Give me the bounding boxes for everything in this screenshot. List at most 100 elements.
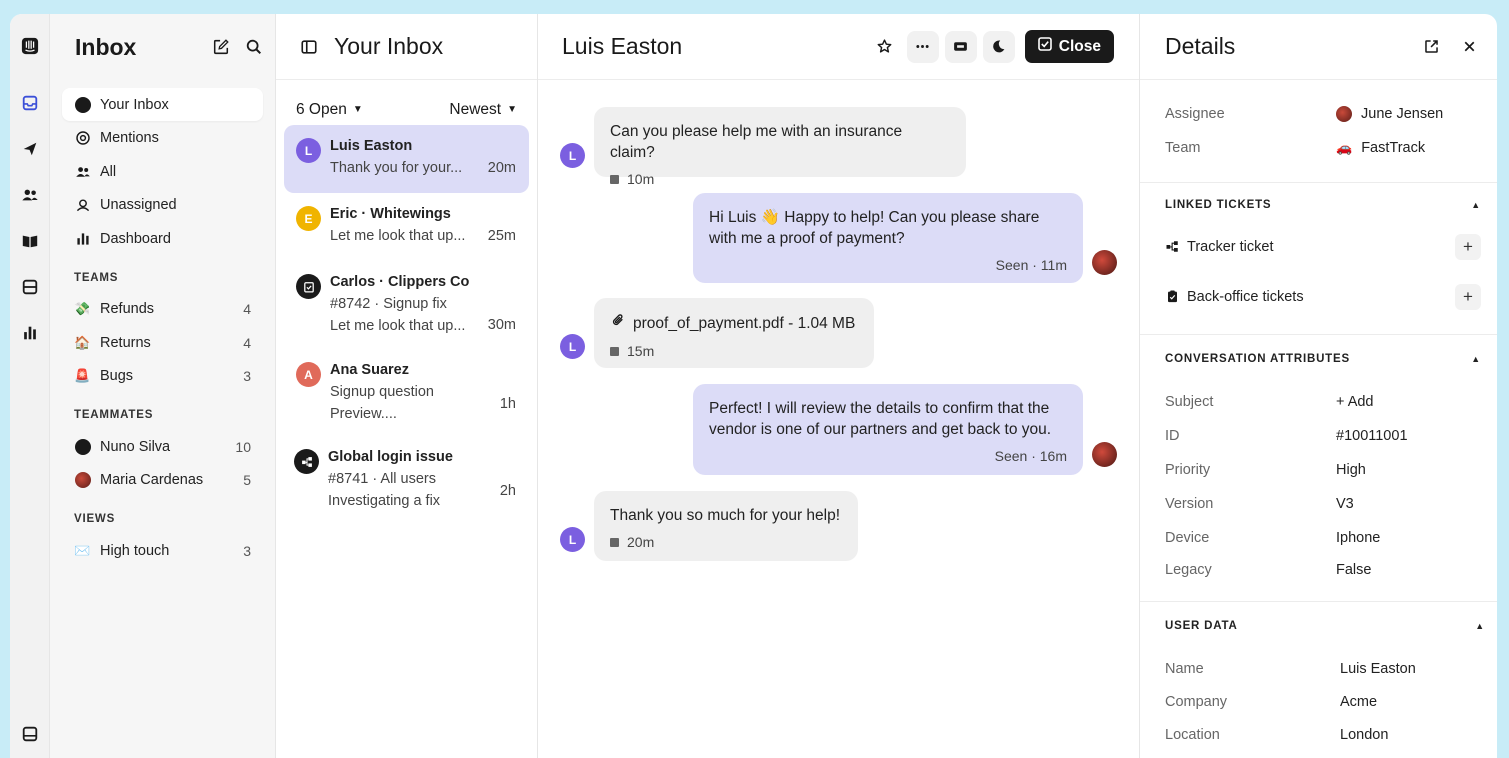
add-tracker-ticket-button[interactable]: +: [1455, 234, 1481, 260]
linked-tickets-section[interactable]: LINKED TICKETS ▲: [1165, 199, 1481, 211]
attribute-row[interactable]: Subject + Add: [1165, 392, 1477, 412]
snooze-moon-icon[interactable]: [982, 30, 1015, 63]
reports-icon[interactable]: [18, 321, 42, 345]
intercom-logo-icon[interactable]: [18, 34, 42, 58]
attribute-row[interactable]: Device Iphone: [1165, 528, 1477, 548]
attribute-value: High: [1336, 462, 1366, 478]
conversation-name: Ana Suarez: [330, 362, 409, 378]
search-icon[interactable]: [245, 38, 263, 56]
avatar-dot-icon: [74, 96, 91, 113]
conversation-title: Luis Easton: [562, 33, 683, 59]
tickets-icon[interactable]: [18, 275, 42, 299]
message-time: 20m: [627, 534, 655, 550]
message-bubble: Hi Luis 👋 Happy to help! Can you please …: [693, 193, 1083, 283]
view-high-touch[interactable]: ✉️ High touch 3: [62, 534, 263, 567]
chevron-down-icon: ▼: [352, 104, 363, 115]
assignee-row[interactable]: Assignee June Jensen: [1165, 104, 1477, 124]
avatar: [74, 472, 91, 489]
conversation-item[interactable]: L Luis Easton Thank you for your... 20m: [284, 125, 529, 193]
attachment-name: proof_of_payment.pdf - 1.04 MB: [633, 315, 856, 332]
divider: [1140, 182, 1497, 183]
nav-your-inbox[interactable]: Your Inbox: [62, 88, 263, 121]
attribute-row[interactable]: Legacy False: [1165, 560, 1477, 580]
compose-icon[interactable]: [212, 38, 230, 56]
conversation-list: Your Inbox 6 Open ▼ Newest ▼ L Luis East…: [276, 14, 538, 758]
conversation-item[interactable]: E Eric · Whitewings Let me look that up.…: [284, 193, 529, 261]
conversation-preview: Thank you for your...: [330, 160, 463, 176]
team-row[interactable]: Team 🚗 FastTrack: [1165, 138, 1477, 158]
conversation-time: 20m: [487, 160, 516, 176]
close-conversation-button[interactable]: Close: [1024, 30, 1114, 63]
team-label: Team: [1165, 140, 1201, 156]
nav-dashboard[interactable]: Dashboard: [62, 222, 263, 255]
user-data-section[interactable]: USER DATA ▲: [1165, 620, 1485, 632]
avatar: L: [560, 527, 585, 552]
open-filter-dropdown[interactable]: 6 Open ▼: [296, 94, 363, 125]
conversation-preview: Preview....: [330, 406, 397, 422]
ticket-icon[interactable]: [944, 30, 977, 63]
team-returns[interactable]: 🏠 Returns 4: [62, 326, 263, 359]
user-data-row[interactable]: Name Luis Easton: [1165, 659, 1477, 679]
user-data-value: Acme: [1340, 694, 1378, 710]
user-data-label: Location: [1165, 727, 1220, 743]
divider: [1140, 601, 1497, 602]
teams-section-title: TEAMS: [74, 271, 119, 284]
attribute-row[interactable]: Version V3: [1165, 494, 1477, 514]
avatar: L: [560, 334, 585, 359]
conversation-item[interactable]: A Ana Suarez Signup question Preview....…: [284, 349, 529, 436]
nav-label: Unassigned: [100, 197, 177, 213]
knowledge-book-icon[interactable]: [18, 229, 42, 253]
add-backoffice-ticket-button[interactable]: +: [1455, 284, 1481, 310]
teammate-maria-cardenas[interactable]: Maria Cardenas 5: [62, 464, 263, 497]
sidebar-header: Inbox: [62, 14, 263, 80]
attribute-value: False: [1336, 562, 1372, 578]
people-icon: [74, 163, 91, 180]
chevron-down-icon: ▼: [507, 104, 517, 115]
bottom-inbox-icon[interactable]: [18, 722, 42, 746]
conversation-header: Luis Easton Close: [538, 14, 1139, 80]
conversation-item[interactable]: Carlos · Clippers Co #8742 · Signup fix …: [284, 261, 529, 349]
sidebar-toggle-icon[interactable]: [300, 38, 318, 56]
inbox-icon[interactable]: [18, 91, 42, 115]
attribute-label: Version: [1165, 496, 1214, 512]
chevron-up-icon: ▲: [1475, 621, 1485, 631]
nav-mentions[interactable]: Mentions: [62, 122, 263, 155]
close-button-label: Close: [1058, 37, 1101, 55]
add-subject-button[interactable]: + Add: [1336, 394, 1374, 410]
tracker-icon: [294, 449, 319, 474]
attachment-bubble[interactable]: proof_of_payment.pdf - 1.04 MB 15m: [594, 298, 874, 368]
user-data-row[interactable]: Company Acme: [1165, 692, 1477, 712]
conversation-time: 25m: [487, 228, 516, 244]
team-bugs[interactable]: 🚨 Bugs 3: [62, 360, 263, 393]
conversation-time: 1h: [499, 396, 516, 412]
teammate-nuno-silva[interactable]: Nuno Silva 10: [62, 430, 263, 463]
star-icon[interactable]: [869, 31, 901, 63]
nav-all[interactable]: All: [62, 155, 263, 188]
more-options-icon[interactable]: [906, 30, 939, 63]
envelope-icon: ✉️: [74, 542, 91, 558]
sort-dropdown[interactable]: Newest ▼: [449, 94, 517, 125]
channel-icon: [610, 538, 619, 547]
conversation-item[interactable]: Global login issue #8741 · All users Inv…: [284, 436, 529, 524]
team-count: 3: [243, 368, 251, 384]
open-external-icon[interactable]: [1423, 38, 1441, 56]
avatar: [1092, 442, 1117, 467]
nav-label: Mentions: [100, 130, 159, 146]
nav-unassigned[interactable]: Unassigned: [62, 189, 263, 222]
conversation-attributes-section[interactable]: CONVERSATION ATTRIBUTES ▲: [1165, 353, 1481, 365]
nav-label: Your Inbox: [100, 96, 169, 113]
team-refunds[interactable]: 💸 Refunds 4: [62, 293, 263, 326]
send-icon[interactable]: [18, 137, 42, 161]
contacts-icon[interactable]: [18, 183, 42, 207]
attribute-value: Iphone: [1336, 530, 1381, 546]
attribute-row[interactable]: ID #10011001: [1165, 426, 1477, 446]
user-data-row[interactable]: Location London: [1165, 725, 1477, 745]
convlist-filters: 6 Open ▼ Newest ▼: [276, 80, 537, 125]
conversation-preview: Investigating a fix: [328, 493, 441, 509]
teammate-count: 5: [243, 472, 251, 488]
close-icon[interactable]: [1461, 38, 1479, 56]
attribute-row[interactable]: Priority High: [1165, 460, 1477, 480]
message-time: 10m: [627, 171, 655, 187]
team-label: Bugs: [100, 368, 134, 384]
avatar: E: [296, 206, 321, 231]
